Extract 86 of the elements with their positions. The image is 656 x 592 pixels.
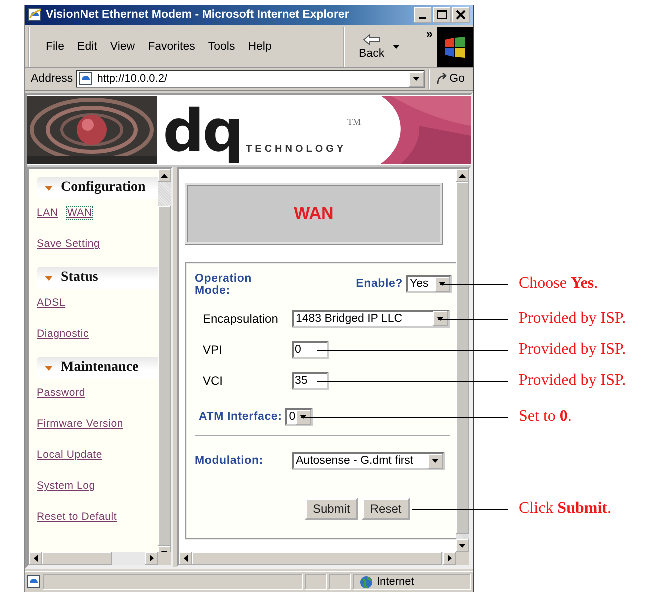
sidebar-link[interactable]: LAN bbox=[37, 207, 58, 219]
back-arrow-icon bbox=[362, 34, 381, 46]
dropdown[interactable]: 0 bbox=[285, 408, 314, 426]
trademark-mark: TM bbox=[348, 117, 361, 127]
dropdown-arrow-icon[interactable] bbox=[300, 415, 308, 419]
sidebar-link[interactable]: Diagnostic bbox=[37, 328, 90, 340]
dropdown-arrow-icon[interactable] bbox=[432, 459, 439, 463]
sidebar-link[interactable]: WAN bbox=[67, 207, 92, 219]
address-field[interactable]: http://10.0.0.2/ bbox=[76, 70, 425, 88]
status-pane bbox=[305, 574, 327, 590]
menu-item[interactable]: Edit bbox=[78, 41, 98, 53]
scroll-left-icon[interactable] bbox=[184, 555, 188, 562]
sidebar-link[interactable]: Firmware Version bbox=[37, 418, 124, 430]
dropdown-arrow-icon[interactable] bbox=[392, 45, 400, 49]
dropdown-arrow-icon[interactable] bbox=[437, 316, 444, 320]
callout-note: Set to 0. bbox=[519, 407, 572, 427]
field-label: VCI bbox=[203, 374, 224, 388]
minimize-button[interactable] bbox=[414, 7, 432, 23]
scroll-up-icon[interactable] bbox=[459, 174, 466, 178]
sidebar-link[interactable]: Save Setting bbox=[37, 238, 100, 250]
go-button[interactable]: Go bbox=[428, 69, 471, 89]
scroll-right-icon[interactable] bbox=[150, 555, 154, 562]
scroll-down-icon[interactable] bbox=[459, 544, 466, 548]
dropdown-arrow-icon[interactable] bbox=[439, 282, 446, 286]
callout-note: Provided by ISP. bbox=[519, 309, 626, 329]
scroll-left-icon[interactable] bbox=[34, 555, 38, 562]
leader-line bbox=[440, 284, 508, 285]
form-button[interactable]: Submit bbox=[305, 498, 358, 520]
dropdown-arrow-icon[interactable] bbox=[412, 77, 420, 81]
field-label: VPI bbox=[203, 342, 224, 356]
window-title: VisionNet Ethernet Modem - Microsoft Internet Explorer bbox=[46, 9, 350, 21]
scroll-up-icon[interactable] bbox=[161, 174, 168, 178]
back-label: Back bbox=[359, 48, 385, 60]
brand-logo: dq bbox=[163, 97, 242, 165]
section-title: Maintenance bbox=[61, 360, 139, 376]
sidebar-link[interactable]: Reset to Default bbox=[37, 511, 118, 523]
back-button[interactable]: Back bbox=[355, 32, 389, 62]
form-button[interactable]: Reset bbox=[362, 498, 410, 520]
menu-item[interactable]: Favorites bbox=[148, 41, 196, 53]
callout-note: Choose Yes. bbox=[519, 274, 598, 294]
browser-page-icon bbox=[28, 8, 42, 22]
page-icon bbox=[79, 72, 94, 86]
callout-note: Provided by ISP. bbox=[519, 340, 626, 360]
triangle-icon bbox=[45, 366, 53, 370]
scrollbar-corner bbox=[456, 552, 469, 565]
page-heading: WAN bbox=[294, 204, 334, 224]
menu-item[interactable]: File bbox=[46, 41, 65, 53]
sidebar-link[interactable]: System Log bbox=[37, 480, 96, 492]
field-label: Encapsulation bbox=[203, 312, 280, 326]
horizontal-scrollbar[interactable] bbox=[29, 552, 171, 565]
scroll-thumb[interactable] bbox=[42, 552, 112, 565]
callout-note: Provided by ISP. bbox=[519, 371, 626, 391]
menu-item[interactable]: Tools bbox=[208, 41, 236, 53]
triangle-icon bbox=[45, 276, 53, 280]
more-chevron[interactable]: » bbox=[426, 27, 433, 41]
field-label: Operation Mode: bbox=[195, 273, 254, 297]
input-field[interactable]: 0 bbox=[292, 340, 329, 358]
zone-label: Internet bbox=[377, 576, 414, 588]
callout-note: Click Submit. bbox=[519, 499, 612, 519]
field-label: Modulation: bbox=[195, 455, 264, 467]
field-label: Enable? bbox=[356, 278, 403, 290]
address-label: Address bbox=[31, 73, 74, 85]
sidebar-link[interactable]: Local Update bbox=[37, 449, 102, 461]
flag-logo-icon bbox=[443, 36, 467, 58]
dropdown[interactable]: Yes bbox=[406, 275, 452, 293]
globe-icon bbox=[360, 576, 373, 588]
maximize-button[interactable] bbox=[433, 7, 451, 23]
input-field[interactable]: 35 bbox=[292, 372, 329, 390]
section-title: Status bbox=[61, 270, 98, 286]
section-title: Configuration bbox=[61, 180, 146, 196]
status-pane bbox=[329, 574, 351, 590]
scrollbar-corner bbox=[158, 552, 171, 565]
page-icon bbox=[27, 575, 41, 589]
dropdown[interactable]: Autosense - G.dmt first bbox=[292, 452, 445, 470]
brand-tagline: TECHNOLOGY bbox=[246, 144, 347, 155]
leader-line bbox=[438, 319, 508, 320]
menu-item[interactable]: View bbox=[110, 41, 136, 53]
menu-item[interactable]: Help bbox=[248, 41, 272, 53]
sidebar-link[interactable]: Password bbox=[37, 387, 86, 399]
go-arrow-icon bbox=[436, 73, 448, 85]
sidebar-link[interactable]: ADSL bbox=[37, 297, 66, 309]
dropdown[interactable]: 1483 Bridged IP LLC bbox=[292, 310, 450, 328]
close-button[interactable] bbox=[452, 7, 470, 23]
scroll-right-icon[interactable] bbox=[448, 555, 452, 562]
field-label: ATM Interface: bbox=[199, 411, 282, 423]
triangle-icon bbox=[45, 186, 53, 190]
